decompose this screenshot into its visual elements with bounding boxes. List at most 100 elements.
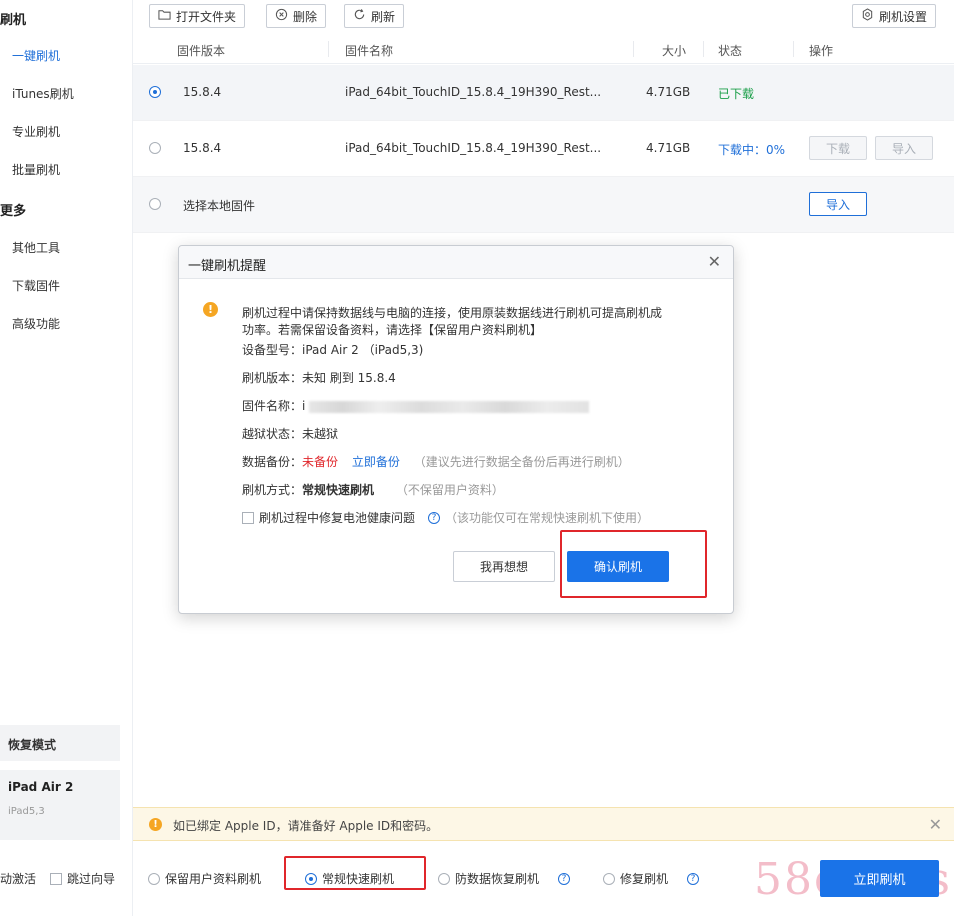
anti-recovery-label: 防数据恢复刷机	[455, 872, 540, 886]
local-firmware-radio[interactable]	[149, 198, 161, 210]
flash-now-button[interactable]: 立即刷机	[820, 860, 939, 897]
header-version: 固件版本	[177, 44, 226, 58]
flash-settings-button[interactable]: 刷机设置	[852, 4, 937, 28]
firmware-status: 已下载	[718, 87, 755, 101]
toolbar: 打开文件夹 删除 刷新 刷机设置	[133, 0, 954, 32]
download-button[interactable]: 下载	[809, 136, 867, 160]
device-model-label: 设备型号：	[242, 343, 303, 357]
apple-id-notice: ! 如已绑定 Apple ID，请准备好 Apple ID和密码。 ✕	[133, 807, 954, 841]
sidebar-item-one-click-flash[interactable]: 一键刷机	[12, 47, 60, 64]
skip-guide-label: 跳过向导	[67, 872, 116, 886]
jailbreak-value: 未越狱	[302, 427, 339, 441]
anti-recovery-radio[interactable]	[438, 872, 450, 885]
help-icon[interactable]: ?	[428, 511, 441, 524]
fast-flash-option[interactable]: 常规快速刷机	[305, 870, 394, 887]
firmware-version: 15.8.4	[183, 141, 222, 155]
firmware-size: 4.71GB	[646, 85, 691, 99]
header-name: 固件名称	[345, 44, 394, 58]
warning-text-line1: 刷机过程中请保持数据线与电脑的连接，使用原装数据线进行刷机可提高刷机成	[242, 306, 663, 320]
delete-button[interactable]: 删除	[266, 4, 327, 28]
header-action: 操作	[809, 44, 834, 58]
jailbreak-label: 越狱状态：	[242, 427, 303, 441]
refresh-label: 刷新	[371, 9, 396, 24]
help-icon[interactable]: ?	[558, 872, 571, 885]
backup-now-link[interactable]: 立即备份	[352, 455, 400, 469]
repair-label: 修复刷机	[620, 872, 669, 886]
firmware-row[interactable]: 15.8.4 iPad_64bit_TouchID_15.8.4_19H390_…	[133, 65, 954, 121]
firmware-name: iPad_64bit_TouchID_15.8.4_19H390_Rest...	[345, 85, 602, 99]
keep-data-radio[interactable]	[148, 872, 160, 885]
flash-method-label: 刷机方式：	[242, 483, 303, 497]
skip-guide-option[interactable]: 跳过向导	[50, 870, 115, 887]
notice-text: 如已绑定 Apple ID，请准备好 Apple ID和密码。	[173, 819, 439, 833]
fast-flash-label: 常规快速刷机	[322, 872, 395, 886]
device-model-value: iPad Air 2 （iPad5,3)	[302, 343, 424, 357]
battery-fix-row: 刷机过程中修复电池健康问题 ? （该功能仅可在常规快速刷机下使用）	[242, 509, 649, 526]
battery-fix-label: 刷机过程中修复电池健康问题	[259, 511, 416, 525]
repair-radio[interactable]	[603, 872, 615, 885]
device-model: iPad5,3	[8, 806, 45, 817]
device-name: iPad Air 2	[8, 780, 74, 794]
local-import-button[interactable]: 导入	[809, 192, 867, 216]
keep-data-flash-option[interactable]: 保留用户资料刷机	[148, 870, 261, 887]
device-card[interactable]: iPad Air 2 iPad5,3	[0, 770, 120, 840]
help-icon[interactable]: ?	[687, 872, 700, 885]
flash-settings-label: 刷机设置	[879, 9, 928, 24]
firmware-radio[interactable]	[149, 142, 161, 154]
firmware-radio[interactable]	[149, 86, 161, 98]
skip-guide-checkbox[interactable]	[50, 872, 62, 885]
anti-recovery-flash-option[interactable]: 防数据恢复刷机 ?	[438, 870, 571, 887]
confirm-flash-button[interactable]: 确认刷机	[567, 551, 669, 582]
footer-bar: 动激活 跳过向导 保留用户资料刷机 常规快速刷机 防数据恢复刷机 ? 修复刷机 …	[0, 848, 954, 916]
header-size: 大小	[662, 44, 687, 58]
refresh-button[interactable]: 刷新	[344, 4, 405, 28]
close-icon[interactable]: ✕	[708, 252, 721, 271]
firmware-name-label: 固件名称：	[242, 399, 303, 413]
local-firmware-label: 选择本地固件	[183, 199, 256, 213]
think-again-button[interactable]: 我再想想	[453, 551, 555, 582]
repair-flash-option[interactable]: 修复刷机 ?	[603, 870, 700, 887]
header-status: 状态	[718, 44, 743, 58]
sidebar-item-download-firmware[interactable]: 下载固件	[12, 277, 60, 294]
refresh-icon	[353, 8, 366, 24]
firmware-version: 15.8.4	[183, 85, 222, 99]
sidebar-group-more: 更多	[0, 204, 27, 219]
backup-hint: （建议先进行数据全备份后再进行刷机）	[413, 455, 630, 469]
flash-method-row: 刷机方式：常规快速刷机 （不保留用户资料）	[242, 481, 504, 498]
battery-fix-checkbox[interactable]	[242, 511, 254, 524]
warning-text-line2: 功率。若需保留设备资料，请选择【保留用户资料刷机】	[242, 323, 543, 337]
keep-data-label: 保留用户资料刷机	[165, 872, 262, 886]
header-divider	[703, 41, 704, 57]
sidebar: 刷机 一键刷机 iTunes刷机 专业刷机 批量刷机 更多 其他工具 下载固件 …	[0, 0, 133, 916]
flash-confirm-dialog: 一键刷机提醒 ✕ ! 刷机过程中请保持数据线与电脑的连接，使用原装数据线进行刷机…	[178, 245, 734, 614]
import-button[interactable]: 导入	[875, 136, 933, 160]
close-icon[interactable]: ✕	[929, 815, 942, 834]
local-firmware-row[interactable]: 选择本地固件 导入	[133, 177, 954, 233]
open-folder-button[interactable]: 打开文件夹	[149, 4, 246, 28]
fast-flash-radio[interactable]	[305, 872, 317, 885]
sidebar-item-batch-flash[interactable]: 批量刷机	[12, 161, 60, 178]
warning-icon: !	[203, 302, 218, 317]
open-folder-label: 打开文件夹	[176, 9, 237, 24]
dialog-title: 一键刷机提醒	[188, 259, 267, 274]
warning-icon: !	[149, 818, 162, 831]
firmware-row[interactable]: 15.8.4 iPad_64bit_TouchID_15.8.4_19H390_…	[133, 121, 954, 177]
device-model-row: 设备型号：iPad Air 2 （iPad5,3)	[242, 341, 423, 358]
delete-label: 删除	[293, 9, 318, 24]
auto-activate-text: 动激活	[0, 872, 37, 886]
sidebar-group-flash: 刷机	[0, 13, 27, 28]
header-divider	[793, 41, 794, 57]
sidebar-item-pro-flash[interactable]: 专业刷机	[12, 123, 60, 140]
firmware-size: 4.71GB	[646, 141, 691, 155]
header-divider	[633, 41, 634, 57]
blurred-firmware-name	[309, 400, 590, 413]
sidebar-item-itunes-flash[interactable]: iTunes刷机	[12, 85, 74, 102]
backup-label: 数据备份：	[242, 455, 303, 469]
backup-status: 未备份	[302, 455, 339, 469]
sidebar-item-advanced[interactable]: 高级功能	[12, 315, 60, 332]
delete-circle-icon	[275, 8, 288, 24]
sidebar-item-other-tools[interactable]: 其他工具	[12, 239, 60, 256]
firmware-status: 下载中：0%	[718, 143, 786, 157]
folder-icon	[158, 8, 171, 24]
flash-method-hint: （不保留用户资料）	[395, 483, 504, 497]
